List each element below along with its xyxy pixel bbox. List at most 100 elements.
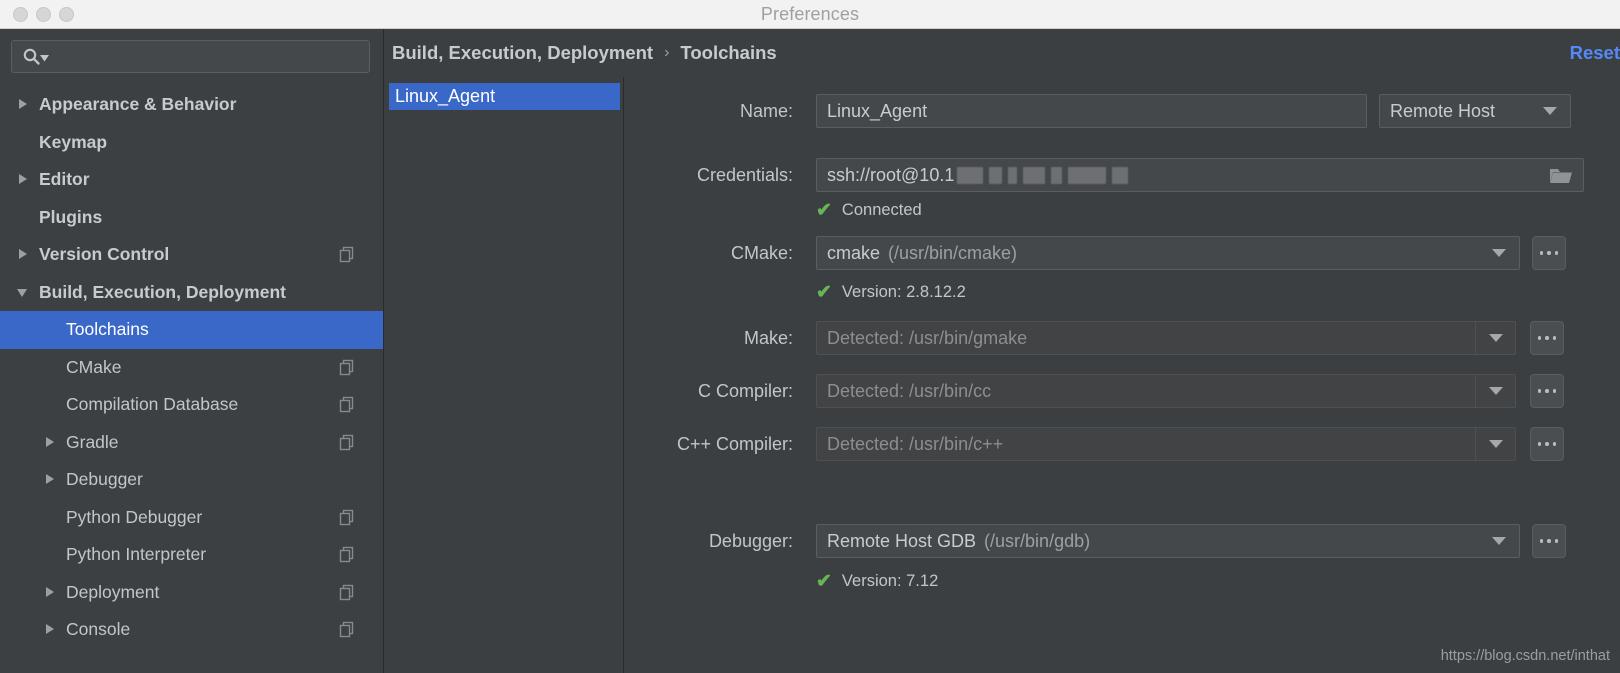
- cmake-select[interactable]: cmake (/usr/bin/cmake): [816, 236, 1520, 270]
- sidebar-item-label: Console: [57, 619, 338, 640]
- twisty-spacer: [44, 548, 57, 561]
- ellipsis-dot: [1553, 442, 1557, 446]
- ellipsis-dot: [1540, 251, 1544, 255]
- credentials-value: ssh://root@10.1: [827, 165, 954, 186]
- copy-settings-icon[interactable]: [338, 509, 355, 526]
- sidebar-item-keymap[interactable]: Keymap: [0, 124, 383, 162]
- sidebar-item-gradle[interactable]: Gradle: [0, 424, 383, 462]
- chevron-down-icon[interactable]: [1479, 525, 1519, 557]
- sidebar-item-cmake[interactable]: CMake: [0, 349, 383, 387]
- chevron-right-icon[interactable]: [44, 586, 57, 599]
- credentials-field[interactable]: ssh://root@10.1: [816, 158, 1584, 192]
- copy-settings-icon[interactable]: [338, 434, 355, 451]
- sidebar-item-version-control[interactable]: Version Control: [0, 236, 383, 274]
- name-field[interactable]: Linux_Agent: [816, 94, 1367, 128]
- twisty-spacer: [44, 511, 57, 524]
- window-title: Preferences: [0, 4, 1620, 25]
- search-icon: [22, 47, 41, 66]
- sidebar-item-appearance-behavior[interactable]: Appearance & Behavior: [0, 86, 383, 124]
- chevron-right-icon[interactable]: [17, 248, 30, 261]
- copy-settings-icon[interactable]: [338, 246, 355, 263]
- twisty-spacer: [44, 323, 57, 336]
- search-input[interactable]: [11, 40, 370, 73]
- list-item[interactable]: Linux_Agent: [389, 83, 620, 110]
- chevron-down-icon[interactable]: [1475, 428, 1515, 460]
- sidebar-item-editor[interactable]: Editor: [0, 161, 383, 199]
- ellipsis-dot: [1545, 442, 1549, 446]
- ellipsis-dot: [1547, 539, 1551, 543]
- twisty-spacer: [44, 361, 57, 374]
- chevron-right-icon[interactable]: [44, 436, 57, 449]
- sidebar-item-label: Compilation Database: [57, 394, 338, 415]
- sidebar-item-console[interactable]: Console: [0, 611, 383, 649]
- sidebar-item-compilation-database[interactable]: Compilation Database: [0, 386, 383, 424]
- copy-settings-icon[interactable]: [338, 546, 355, 563]
- ellipsis-dot: [1547, 251, 1551, 255]
- sidebar-item-label: CMake: [57, 357, 338, 378]
- chevron-down-icon[interactable]: [1479, 237, 1519, 269]
- chevron-right-icon[interactable]: [17, 98, 30, 111]
- cmake-value-path: (/usr/bin/cmake): [888, 243, 1017, 264]
- copy-settings-icon[interactable]: [338, 359, 355, 376]
- sidebar-item-label: Editor: [30, 169, 383, 190]
- copy-settings-icon[interactable]: [338, 621, 355, 638]
- c-compiler-select[interactable]: Detected: /usr/bin/cc: [816, 374, 1516, 408]
- sidebar-item-plugins[interactable]: Plugins: [0, 199, 383, 237]
- cxx-compiler-browse-button[interactable]: [1530, 427, 1564, 461]
- debugger-value-path: (/usr/bin/gdb): [984, 531, 1090, 552]
- ellipsis-dot: [1545, 336, 1549, 340]
- debugger-browse-button[interactable]: [1532, 524, 1566, 558]
- chevron-right-icon[interactable]: [44, 623, 57, 636]
- sidebar-item-label: Plugins: [30, 207, 383, 228]
- cmake-status: ✔ Version: 2.8.12.2: [816, 283, 966, 302]
- c-compiler-browse-button[interactable]: [1530, 374, 1564, 408]
- sidebar-item-label: Keymap: [30, 132, 383, 153]
- chevron-right-icon[interactable]: [44, 473, 57, 486]
- chevron-down-icon[interactable]: [1475, 375, 1515, 407]
- toolchain-type-select[interactable]: Remote Host: [1379, 94, 1571, 128]
- make-browse-button[interactable]: [1530, 321, 1564, 355]
- debugger-status: ✔ Version: 7.12: [816, 572, 938, 591]
- debugger-select[interactable]: Remote Host GDB (/usr/bin/gdb): [816, 524, 1520, 558]
- ellipsis-dot: [1555, 539, 1559, 543]
- cxx-compiler-label: C++ Compiler:: [625, 434, 793, 455]
- cxx-compiler-select[interactable]: Detected: /usr/bin/c++: [816, 427, 1516, 461]
- sidebar-item-python-interpreter[interactable]: Python Interpreter: [0, 536, 383, 574]
- make-select[interactable]: Detected: /usr/bin/gmake: [816, 321, 1516, 355]
- ellipsis-dot: [1540, 539, 1544, 543]
- reset-link[interactable]: Reset: [1570, 42, 1620, 64]
- sidebar-item-build-execution-deployment[interactable]: Build, Execution, Deployment: [0, 274, 383, 312]
- chevron-down-icon[interactable]: [1475, 322, 1515, 354]
- breadcrumb-parent[interactable]: Build, Execution, Deployment: [392, 42, 653, 64]
- copy-settings-icon[interactable]: [338, 396, 355, 413]
- check-icon: ✔: [816, 572, 832, 591]
- copy-settings-icon[interactable]: [338, 584, 355, 601]
- watermark: https://blog.csdn.net/inthat: [1441, 648, 1610, 664]
- sidebar-item-toolchains[interactable]: Toolchains: [0, 311, 383, 349]
- search-container: [0, 29, 383, 73]
- title-bar: Preferences: [0, 0, 1620, 29]
- cmake-browse-button[interactable]: [1532, 236, 1566, 270]
- folder-icon[interactable]: [1549, 159, 1573, 191]
- chevron-down-icon[interactable]: [1530, 95, 1570, 127]
- chevron-right-icon[interactable]: [17, 173, 30, 186]
- cmake-status-text: Version: 2.8.12.2: [842, 283, 966, 302]
- preferences-window: Preferences Appearance & Behavior Keymap E…: [0, 0, 1620, 673]
- toolchain-name-label: Linux_Agent: [395, 86, 495, 107]
- sidebar-item-label: Python Debugger: [57, 507, 338, 528]
- cxx-compiler-value: Detected: /usr/bin/c++: [827, 434, 1003, 455]
- chevron-down-icon[interactable]: [17, 286, 30, 299]
- debugger-value-main: Remote Host GDB: [827, 531, 976, 552]
- sidebar-item-deployment[interactable]: Deployment: [0, 574, 383, 612]
- sidebar-item-label: Python Interpreter: [57, 544, 338, 565]
- sidebar-item-label: Debugger: [57, 469, 383, 490]
- breadcrumb-separator-icon: ›: [664, 44, 669, 62]
- settings-tree: Appearance & Behavior Keymap Editor Plugins…: [0, 86, 383, 649]
- name-field-value: Linux_Agent: [827, 101, 927, 122]
- sidebar-item-python-debugger[interactable]: Python Debugger: [0, 499, 383, 537]
- debugger-status-text: Version: 7.12: [842, 572, 938, 591]
- sidebar-item-debugger[interactable]: Debugger: [0, 461, 383, 499]
- c-compiler-label: C Compiler:: [625, 381, 793, 402]
- search-dropdown-icon[interactable]: [40, 49, 49, 67]
- credentials-status: ✔ Connected: [816, 201, 922, 220]
